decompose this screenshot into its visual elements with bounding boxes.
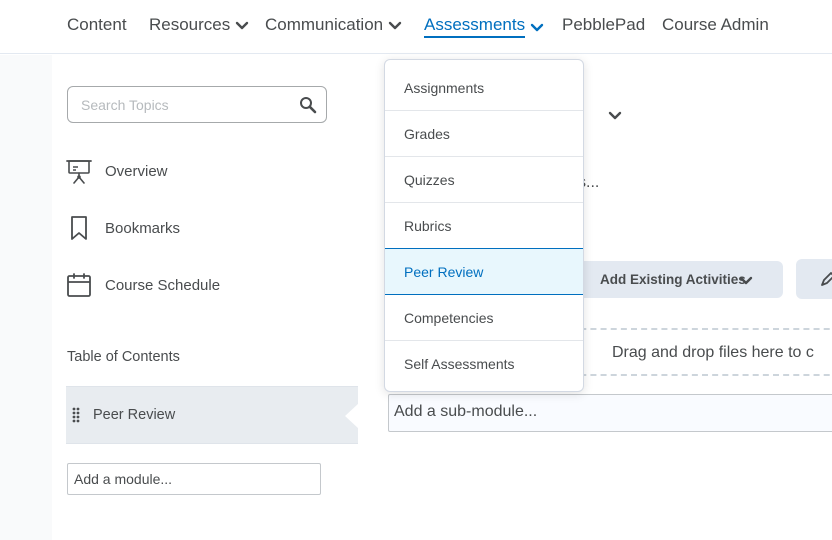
nav-assessments[interactable]: Assessments [424, 15, 545, 38]
chevron-down-icon [530, 23, 544, 31]
search-placeholder: Search Topics [81, 97, 169, 113]
menu-item-peer-review[interactable]: Peer Review [385, 248, 583, 295]
assessments-dropdown-menu: Assignments Grades Quizzes Rubrics Peer … [384, 59, 584, 392]
sidebar-link-course-schedule[interactable]: Course Schedule [66, 272, 220, 298]
pencil-icon [821, 272, 832, 286]
selection-notch [345, 403, 359, 429]
add-existing-activities-button[interactable]: Add Existing Activities [560, 261, 783, 298]
presentation-icon [66, 160, 92, 184]
sidebar-link-overview[interactable]: Overview [66, 158, 168, 184]
menu-item-grades[interactable]: Grades [385, 111, 583, 157]
bookmark-icon [71, 216, 87, 240]
top-navigation: Content Resources Communication Assessme… [0, 0, 832, 54]
chevron-down-icon [236, 21, 249, 30]
chevron-down-icon [739, 276, 753, 285]
menu-item-quizzes[interactable]: Quizzes [385, 157, 583, 203]
nav-resources[interactable]: Resources [149, 15, 250, 35]
edit-button[interactable] [796, 259, 832, 299]
add-sub-module-input[interactable]: Add a sub-module... [388, 394, 832, 432]
module-item-peer-review[interactable]: Peer Review [66, 386, 359, 444]
menu-item-competencies[interactable]: Competencies [385, 295, 583, 341]
chevron-down-icon[interactable] [606, 106, 624, 124]
nav-pebblepad[interactable]: PebblePad [562, 15, 645, 35]
sidebar-link-bookmarks[interactable]: Bookmarks [66, 215, 180, 241]
calendar-icon [67, 273, 91, 297]
menu-item-assignments[interactable]: Assignments [385, 65, 583, 111]
nav-communication[interactable]: Communication [265, 15, 403, 35]
menu-item-rubrics[interactable]: Rubrics [385, 203, 583, 249]
search-topics-input[interactable]: Search Topics [67, 86, 327, 123]
add-module-input[interactable]: Add a module... [67, 463, 321, 495]
module-label: Peer Review [93, 407, 176, 423]
nav-content[interactable]: Content [67, 15, 127, 35]
search-icon[interactable] [299, 96, 317, 114]
drag-handle-icon[interactable] [72, 407, 80, 423]
chevron-down-icon [388, 21, 402, 30]
file-dropzone[interactable]: Drag and drop files here to c [560, 328, 832, 376]
table-of-contents-heading: Table of Contents [67, 349, 180, 365]
menu-item-self-assessments[interactable]: Self Assessments [385, 341, 583, 387]
nav-course-admin[interactable]: Course Admin [662, 15, 769, 35]
